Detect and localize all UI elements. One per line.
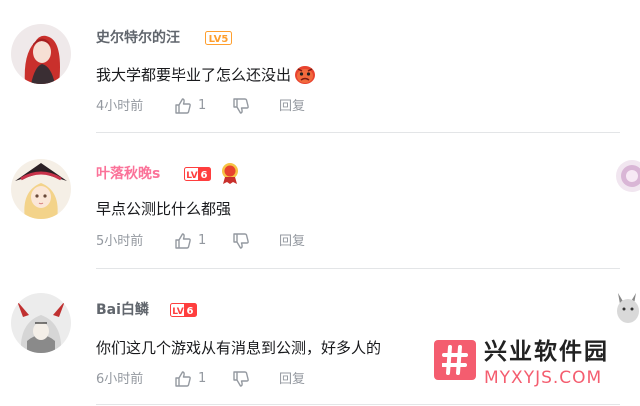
level-badge: LV5 [205, 31, 232, 45]
thumbs-up-icon [175, 233, 191, 249]
thumbs-up-icon [175, 98, 191, 114]
like-count: 1 [198, 371, 207, 386]
watermark-title: 兴业软件园 [484, 339, 609, 365]
comment-text: 早点公测比什么都强 [96, 200, 232, 218]
site-watermark: 兴业软件园 MYXYJS.COM [434, 339, 630, 396]
reply-button[interactable]: 回复 [279, 234, 305, 250]
timestamp: 6小时前 [96, 372, 144, 387]
like-count: 1 [198, 233, 207, 248]
thumbs-down-icon [233, 371, 249, 387]
comment-text-body: 我大学都要毕业了怎么还没出 [96, 66, 292, 84]
decoration-image [612, 158, 640, 192]
like-button[interactable]: 1 [174, 370, 206, 388]
username[interactable]: 叶落秋晚s [96, 165, 160, 183]
comment-text: 你们这几个游戏从有消息到公测，好多人的 [96, 339, 382, 357]
comment-text: 我大学都要毕业了怎么还没出 [96, 63, 317, 86]
decoration-image [612, 291, 640, 325]
fan-medal-icon [222, 163, 238, 184]
watermark-subtitle: MYXYJS.COM [484, 368, 603, 388]
avatar[interactable] [11, 24, 71, 84]
like-button[interactable]: 1 [174, 232, 206, 250]
avatar[interactable] [11, 293, 71, 353]
timestamp: 5小时前 [96, 234, 144, 249]
comment-item-1: 史尔特尔的汪 LV5 我大学都要毕业了怎么还没出 4小时前 1 回复 [0, 0, 640, 136]
timestamp: 4小时前 [96, 99, 144, 114]
like-count: 1 [198, 98, 207, 113]
svg-text:LV: LV [186, 171, 197, 181]
avatar[interactable] [11, 159, 71, 219]
reply-button[interactable]: 回复 [279, 99, 305, 115]
watermark-logo [434, 340, 476, 380]
thumbs-down-icon [233, 98, 249, 114]
hash-logo-icon [442, 345, 468, 375]
level-badge: LV 6 [170, 303, 197, 317]
divider [96, 268, 620, 269]
username[interactable]: Bai白鳞 [96, 301, 149, 319]
dislike-button[interactable] [232, 370, 250, 393]
username[interactable]: 史尔特尔的汪 [96, 29, 180, 47]
reply-button[interactable]: 回复 [279, 372, 305, 388]
dislike-button[interactable] [232, 97, 250, 120]
svg-text:LV: LV [172, 307, 183, 317]
comment-item-2: 叶落秋晚s LV 6 早点公测比什么都强 5小时前 1 回复 [0, 136, 640, 272]
svg-text:LV5: LV5 [209, 34, 229, 45]
svg-text:6: 6 [187, 306, 194, 317]
svg-text:6: 6 [201, 170, 208, 181]
divider [96, 132, 620, 133]
angry-face-emoji-icon [295, 66, 316, 84]
like-button[interactable]: 1 [174, 97, 206, 115]
divider [96, 404, 620, 405]
dislike-button[interactable] [232, 232, 250, 255]
level-badge: LV 6 [184, 167, 211, 181]
thumbs-down-icon [233, 233, 249, 249]
thumbs-up-icon [175, 371, 191, 387]
